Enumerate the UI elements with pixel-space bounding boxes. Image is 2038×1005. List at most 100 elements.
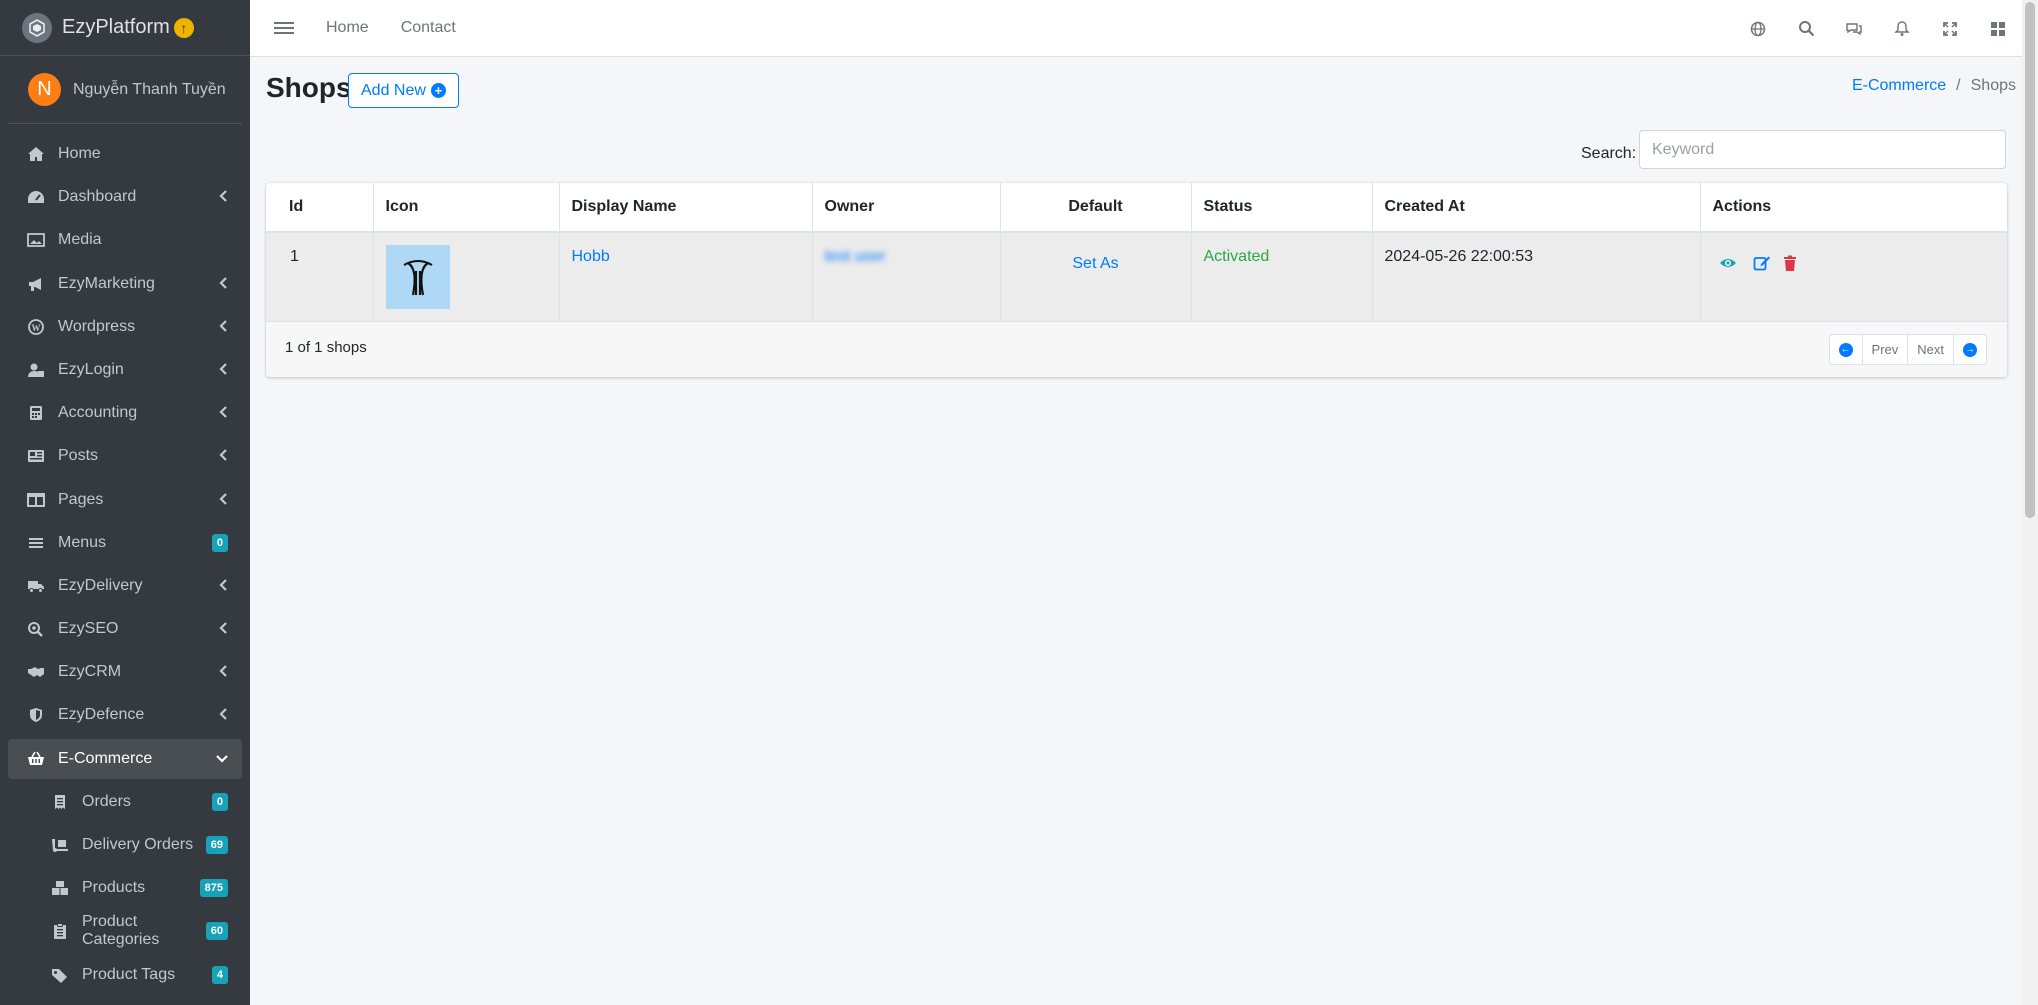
comments-icon[interactable] <box>1830 0 1878 57</box>
prev-button[interactable]: Prev <box>1863 335 1909 364</box>
sidebar-item-label: Dashboard <box>58 188 137 206</box>
sidebar-item-label: E-Commerce <box>58 749 153 767</box>
cell-icon <box>373 232 560 321</box>
user-panel[interactable]: N Nguyễn Thanh Tuyền <box>8 56 242 124</box>
table-row: 1 Hobb test user Set As Activated 2024-0… <box>266 232 2007 321</box>
delete-trash-icon[interactable] <box>1779 252 1801 274</box>
count-badge: 4 <box>211 965 228 984</box>
nav-contact-link[interactable]: Contact <box>401 19 456 37</box>
col-default: Default <box>1000 183 1192 233</box>
search-input[interactable] <box>1639 130 2006 169</box>
owner-link[interactable]: test user <box>825 248 886 265</box>
sidebar-item-accounting[interactable]: Accounting <box>8 393 242 433</box>
sidebar-item-label: Product Tags <box>82 965 176 983</box>
sidebar-item-label: EzyLogin <box>58 360 124 378</box>
sidebar-item-product-tags[interactable]: Product Tags 4 <box>24 955 242 995</box>
count-badge: 0 <box>211 533 228 552</box>
edit-icon[interactable] <box>1751 252 1773 274</box>
image-icon <box>26 231 46 249</box>
sidebar-item-ezydefence[interactable]: EzyDefence <box>8 695 242 735</box>
add-new-label: Add New <box>361 81 426 99</box>
count-badge: 875 <box>199 879 228 898</box>
sidebar-item-label: EzyMarketing <box>58 274 155 292</box>
fullscreen-icon[interactable] <box>1926 0 1974 57</box>
tags-icon <box>50 966 70 984</box>
sidebar-item-menus[interactable]: Menus 0 <box>8 523 242 563</box>
chevron-left-icon <box>218 189 228 205</box>
arrow-left-circle-icon: ← <box>1838 342 1853 357</box>
table-header-row: Id Icon Display Name Owner Default Statu… <box>266 183 2007 233</box>
sidebar-item-label: EzyDelivery <box>58 576 143 594</box>
sidebar-item-posts[interactable]: Posts <box>8 436 242 476</box>
last-page-button[interactable]: → <box>1954 335 1986 364</box>
pagination: ← Prev Next → <box>1828 334 1987 365</box>
sidebar-item-label: Products <box>82 879 146 897</box>
shop-logo-image[interactable] <box>385 245 450 309</box>
col-actions: Actions <box>1700 183 2007 233</box>
truck-icon <box>26 577 46 595</box>
sidebar-item-wordpress[interactable]: W Wordpress <box>8 307 242 347</box>
add-new-button[interactable]: Add New + <box>348 73 459 108</box>
view-eye-icon[interactable] <box>1717 252 1739 274</box>
nav-home-link[interactable]: Home <box>326 19 369 37</box>
menu-toggle-icon[interactable] <box>274 22 294 34</box>
col-display-name[interactable]: Display Name <box>559 183 813 233</box>
boxes-icon <box>50 879 70 897</box>
sidebar-item-ezyseo[interactable]: EzySEO <box>8 609 242 649</box>
sidebar-item-label: EzyDefence <box>58 706 145 724</box>
col-owner[interactable]: Owner <box>812 183 1001 233</box>
brand[interactable]: EzyPlatform ↑ <box>0 0 250 56</box>
grid-apps-icon[interactable] <box>1974 0 2022 57</box>
sidebar-item-label: EzySEO <box>58 620 119 638</box>
set-as-default-link[interactable]: Set As <box>1072 255 1118 272</box>
chevron-left-icon <box>218 492 228 508</box>
sidebar-item-dashboard[interactable]: Dashboard <box>8 177 242 217</box>
scrollbar-thumb[interactable] <box>2025 2 2035 518</box>
newspaper-icon <box>26 447 46 465</box>
sidebar-item-orders[interactable]: Orders 0 <box>24 782 242 822</box>
chevron-left-icon <box>218 319 228 335</box>
chevron-left-icon <box>218 362 228 378</box>
chevron-left-icon <box>218 621 228 637</box>
col-id[interactable]: Id <box>266 183 374 233</box>
shop-name-link[interactable]: Hobb <box>572 248 610 265</box>
count-badge: 60 <box>205 922 228 941</box>
count-badge: 0 <box>211 792 228 811</box>
sidebar-item-delivery-orders[interactable]: Delivery Orders 69 <box>24 825 242 865</box>
sidebar-item-ezylogin[interactable]: EzyLogin <box>8 350 242 390</box>
cell-created-at: 2024-05-26 22:00:53 <box>1372 232 1701 321</box>
results-count: 1 of 1 shops <box>285 339 367 356</box>
sidebar-item-media[interactable]: Media <box>8 220 242 260</box>
chevron-left-icon <box>218 707 228 723</box>
cell-owner: test user <box>812 232 1001 321</box>
columns-icon <box>26 491 46 509</box>
sidebar-item-product-categories[interactable]: Product Categories 60 <box>24 911 242 951</box>
search-icon[interactable] <box>1782 0 1830 57</box>
sidebar-item-home[interactable]: Home <box>8 134 242 174</box>
sidebar-item-label: Product Categories <box>82 913 160 949</box>
sidebar-item-e-commerce[interactable]: E-Commerce <box>8 738 242 779</box>
chevron-left-icon <box>218 448 228 464</box>
sidebar-item-products[interactable]: Products 875 <box>24 868 242 908</box>
arrow-right-circle-icon: → <box>1963 342 1977 357</box>
cell-actions <box>1700 232 2007 321</box>
breadcrumb-ecommerce[interactable]: E-Commerce <box>1852 77 1946 95</box>
plus-circle-icon: + <box>430 83 446 98</box>
brand-logo-icon <box>22 12 52 43</box>
upgrade-icon[interactable]: ↑ <box>173 17 194 38</box>
breadcrumb: E-Commerce / Shops <box>1852 77 2016 95</box>
page-scrollbar[interactable] <box>2022 0 2038 1005</box>
chevron-left-icon <box>218 664 228 680</box>
sidebar-nav: Home Dashboard Media EzyMarketing W Wordpress… <box>0 124 250 995</box>
sidebar-item-ezymarketing[interactable]: EzyMarketing <box>8 264 242 304</box>
sidebar-item-pages[interactable]: Pages <box>8 480 242 520</box>
basket-icon <box>26 750 46 768</box>
globe-icon[interactable] <box>1734 0 1782 57</box>
next-button[interactable]: Next <box>1908 335 1954 364</box>
col-status[interactable]: Status <box>1191 183 1373 233</box>
bell-icon[interactable] <box>1878 0 1926 57</box>
sidebar-item-ezycrm[interactable]: EzyCRM <box>8 652 242 692</box>
first-page-button[interactable]: ← <box>1830 335 1863 364</box>
sidebar-item-ezydelivery[interactable]: EzyDelivery <box>8 566 242 606</box>
col-created-at[interactable]: Created At <box>1372 183 1701 233</box>
